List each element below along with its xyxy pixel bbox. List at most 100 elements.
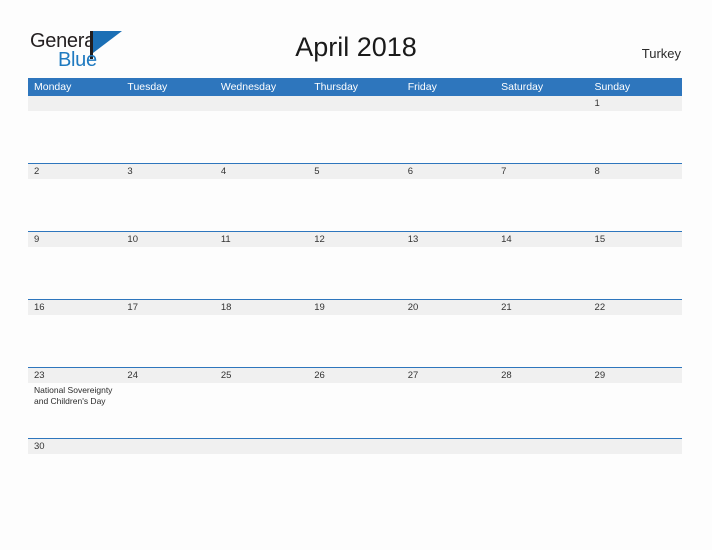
day-number[interactable]: 2 [28,164,121,179]
day-event[interactable] [495,454,588,502]
day-number[interactable]: 28 [495,368,588,383]
day-event[interactable] [215,383,308,438]
calendar-week-row: 2 3 4 5 6 7 8 [28,163,682,231]
day-event[interactable] [215,179,308,231]
day-number[interactable]: 24 [121,368,214,383]
day-event[interactable] [402,383,495,438]
day-number[interactable] [215,96,308,111]
weekday-header-sunday: Sunday [594,81,631,93]
day-event[interactable] [28,179,121,231]
day-event[interactable] [28,111,121,163]
weekday-header-monday: Monday [34,81,72,93]
day-number[interactable]: 11 [215,232,308,247]
calendar-week-row: 30 [28,438,682,502]
day-event[interactable] [308,179,401,231]
day-event[interactable] [215,111,308,163]
day-number[interactable]: 9 [28,232,121,247]
day-event[interactable] [402,454,495,502]
day-number[interactable]: 21 [495,300,588,315]
day-event[interactable] [589,315,682,367]
day-event[interactable] [121,111,214,163]
week-number-band: 30 [28,439,682,454]
day-event[interactable] [308,315,401,367]
day-number[interactable] [402,439,495,454]
day-number[interactable] [495,439,588,454]
day-event[interactable] [121,247,214,299]
page-header: General Blue April 2018 Turkey [0,0,712,78]
day-event[interactable]: National Sovereignty and Children's Day [28,383,121,438]
day-number[interactable]: 20 [402,300,495,315]
day-number[interactable]: 1 [589,96,682,111]
day-event[interactable] [402,315,495,367]
day-number[interactable] [308,439,401,454]
day-number[interactable]: 23 [28,368,121,383]
day-event[interactable] [215,315,308,367]
day-event[interactable] [308,111,401,163]
day-event[interactable] [589,179,682,231]
week-number-band: 16 17 18 19 20 21 22 [28,300,682,315]
day-event[interactable] [308,454,401,502]
day-number[interactable]: 26 [308,368,401,383]
day-event[interactable] [402,179,495,231]
day-number[interactable]: 27 [402,368,495,383]
day-event[interactable] [495,247,588,299]
day-event[interactable] [28,247,121,299]
day-number[interactable]: 25 [215,368,308,383]
day-number[interactable]: 5 [308,164,401,179]
day-number[interactable]: 10 [121,232,214,247]
weekday-header-row: Monday Tuesday Wednesday Thursday Friday… [28,78,682,96]
day-event[interactable] [589,111,682,163]
day-number[interactable] [28,96,121,111]
day-number[interactable]: 3 [121,164,214,179]
page-title: April 2018 [295,32,417,62]
day-number[interactable] [121,96,214,111]
day-number[interactable] [402,96,495,111]
day-event[interactable] [215,454,308,502]
day-event[interactable] [589,383,682,438]
day-event[interactable] [589,247,682,299]
day-number[interactable] [308,96,401,111]
day-number[interactable]: 19 [308,300,401,315]
day-number[interactable]: 4 [215,164,308,179]
weekday-header-thursday: Thursday [314,81,359,93]
week-body-band [28,179,682,231]
day-number[interactable] [215,439,308,454]
day-number[interactable]: 18 [215,300,308,315]
day-number[interactable]: 16 [28,300,121,315]
day-event[interactable] [495,383,588,438]
day-event[interactable] [402,247,495,299]
day-event[interactable] [121,179,214,231]
day-event[interactable] [308,383,401,438]
day-event[interactable] [28,315,121,367]
day-event[interactable] [121,383,214,438]
day-event[interactable] [495,179,588,231]
day-number[interactable] [495,96,588,111]
day-event[interactable] [495,111,588,163]
day-number[interactable]: 12 [308,232,401,247]
day-event[interactable] [589,454,682,502]
day-number[interactable] [121,439,214,454]
day-number[interactable]: 29 [589,368,682,383]
day-event[interactable] [121,315,214,367]
week-body-band [28,315,682,367]
day-number[interactable]: 22 [589,300,682,315]
day-number[interactable]: 17 [121,300,214,315]
day-number[interactable]: 8 [589,164,682,179]
weekday-header-friday: Friday [407,81,437,93]
day-number[interactable]: 14 [495,232,588,247]
day-event[interactable] [308,247,401,299]
week-number-band: 1 [28,96,682,111]
day-event[interactable] [495,315,588,367]
day-event[interactable] [28,454,121,502]
country-label: Turkey [641,46,681,61]
day-event[interactable] [402,111,495,163]
day-number[interactable]: 13 [402,232,495,247]
day-number[interactable] [589,439,682,454]
day-number[interactable]: 30 [28,439,121,454]
day-event[interactable] [215,247,308,299]
day-event[interactable] [121,454,214,502]
day-number[interactable]: 6 [402,164,495,179]
calendar-week-row: 1 [28,96,682,163]
day-number[interactable]: 7 [495,164,588,179]
day-number[interactable]: 15 [589,232,682,247]
